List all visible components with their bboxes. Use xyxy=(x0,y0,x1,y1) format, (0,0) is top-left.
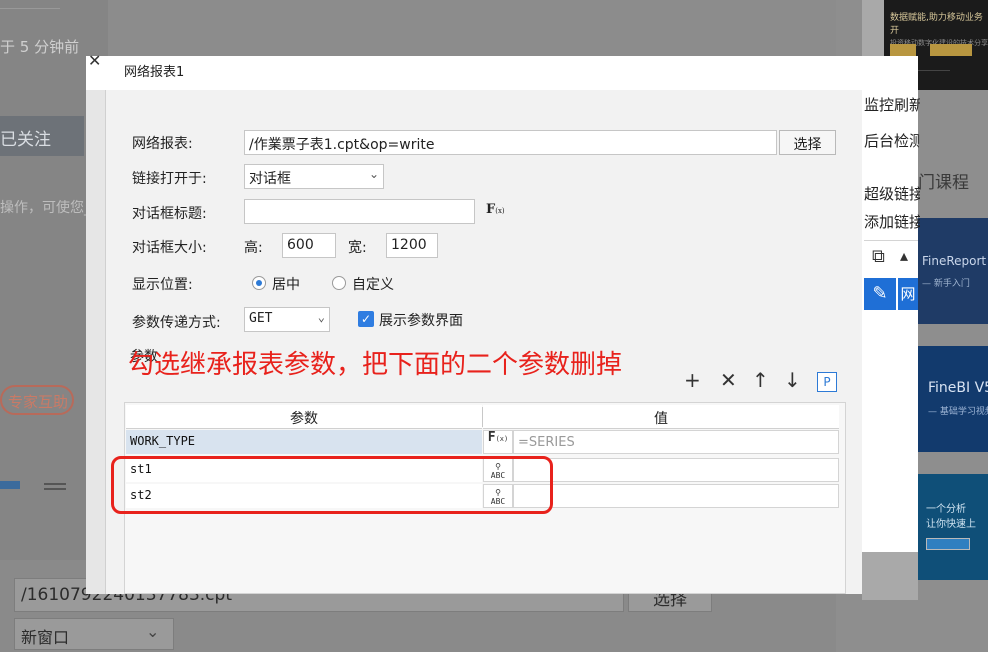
fx-letter: F xyxy=(487,430,496,445)
ad4-button xyxy=(926,538,970,550)
inherit-params-button[interactable]: P xyxy=(817,372,837,392)
ad-banner-4[interactable]: 一个分析 让你快速上 xyxy=(918,474,988,580)
chevron-down-icon: ⌄ xyxy=(146,622,160,641)
hyperlink-side-panel xyxy=(862,90,918,552)
dialog-title-bar xyxy=(86,56,918,90)
height-input[interactable]: 600 xyxy=(282,233,336,258)
position-center-label: 居中 xyxy=(272,277,300,293)
formula-icon[interactable]: F(x) xyxy=(486,202,505,217)
chevron-down-icon: ⌄ xyxy=(368,167,379,181)
dialog-size-label: 对话框大小: xyxy=(132,240,207,256)
ad3-title: FineBI V5 xyxy=(928,380,988,396)
column-header-value: 值 xyxy=(483,405,839,429)
width-input[interactable]: 1200 xyxy=(386,233,438,258)
divider xyxy=(0,8,60,9)
side-item-add-link[interactable]: 添加链接 xyxy=(864,211,920,232)
side-divider xyxy=(864,240,918,241)
show-param-checkbox[interactable]: ✓ xyxy=(358,311,374,327)
fx-sub: (x) xyxy=(495,207,505,215)
position-custom-radio[interactable] xyxy=(332,276,346,290)
edit-icon[interactable]: ✎ xyxy=(864,278,896,310)
network-link-tab[interactable]: 网 xyxy=(898,278,918,310)
toolbar-icon xyxy=(0,481,20,489)
annotation-highlight-box xyxy=(111,456,553,514)
dialog-title-input[interactable] xyxy=(244,199,475,224)
ad2-subtitle: — 新手入门 xyxy=(922,279,970,289)
side-item-backend[interactable]: 后台检测 xyxy=(864,130,920,151)
param-value-cell[interactable] xyxy=(513,484,839,508)
column-header-param: 参数 xyxy=(126,405,482,429)
param-method-label: 参数传递方式: xyxy=(132,315,221,331)
dialog-left-edge xyxy=(86,90,106,594)
follow-button[interactable]: 已关注 xyxy=(0,116,84,156)
param-method-select[interactable]: GET ⌄ xyxy=(244,307,330,332)
ad2-title: FineReport V xyxy=(922,254,988,268)
dialog-title-label: 对话框标题: xyxy=(132,206,207,222)
position-center-radio[interactable] xyxy=(252,276,266,290)
open-in-value: 对话框 xyxy=(249,171,291,187)
fx-letter: F xyxy=(486,202,496,217)
open-in-label: 链接打开于: xyxy=(132,171,207,187)
arrow-up-icon[interactable]: ▴ xyxy=(900,246,908,265)
course-heading: 门课程 xyxy=(918,173,969,193)
position-label: 显示位置: xyxy=(132,277,193,293)
ad-banner-finebi[interactable]: FineBI V5 — 基础学习视频 xyxy=(918,346,988,452)
open-in-select[interactable]: 对话框 ⌄ xyxy=(244,164,384,189)
param-method-value: GET xyxy=(249,311,273,326)
annotation-text: 勾选继承报表参数，把下面的二个参数删掉 xyxy=(128,350,623,380)
ad1-tag xyxy=(930,44,972,56)
table-row[interactable]: WORK_TYPE xyxy=(126,430,482,454)
dialog-title: 网络报表1 xyxy=(124,65,185,80)
copy-icon[interactable]: ⧉ xyxy=(872,246,885,267)
report-path-input[interactable]: /作業票子表1.cpt&op=write xyxy=(244,130,777,155)
param-value-cell[interactable] xyxy=(513,458,839,482)
ad-banner-finereport[interactable]: FineReport V — 新手入门 xyxy=(918,218,988,324)
expert-help-badge[interactable]: 专家互助 xyxy=(0,385,74,415)
menu-icon-line xyxy=(44,488,66,490)
report-label: 网络报表: xyxy=(132,136,193,152)
ad1-tag xyxy=(890,44,916,56)
formula-icon[interactable]: F(x) xyxy=(483,430,513,454)
side-item-hyperlink[interactable]: 超级链接 xyxy=(864,183,920,204)
ad4-line2: 让你快速上 xyxy=(926,519,976,530)
close-icon[interactable]: ✕ xyxy=(88,51,101,70)
show-param-label: 展示参数界面 xyxy=(379,313,463,329)
fx-sub: (x) xyxy=(495,435,509,443)
height-label: 高: xyxy=(244,240,263,256)
ad3-subtitle: — 基础学习视频 xyxy=(928,407,988,417)
arrow-up-icon[interactable]: ↑ xyxy=(752,368,769,392)
position-custom-label: 自定义 xyxy=(352,277,394,293)
menu-icon xyxy=(44,483,66,485)
choose-report-button[interactable]: 选择 xyxy=(779,130,836,155)
operation-text: 操作，可使您_ xyxy=(0,200,91,216)
ad4-line1: 一个分析 xyxy=(926,504,966,515)
timestamp-text: 于 5 分钟前 xyxy=(0,38,80,56)
ad1-title: 数据赋能,助力移动业务开 xyxy=(890,13,983,36)
side-item-monitor[interactable]: 监控刷新 xyxy=(864,94,920,115)
add-icon[interactable]: + xyxy=(684,368,701,392)
width-label: 宽: xyxy=(348,240,367,256)
arrow-down-icon[interactable]: ↓ xyxy=(784,368,801,392)
param-value-cell[interactable]: =SERIES xyxy=(513,430,839,454)
chevron-down-icon: ⌄ xyxy=(317,310,325,324)
delete-icon[interactable]: ✕ xyxy=(720,368,737,392)
